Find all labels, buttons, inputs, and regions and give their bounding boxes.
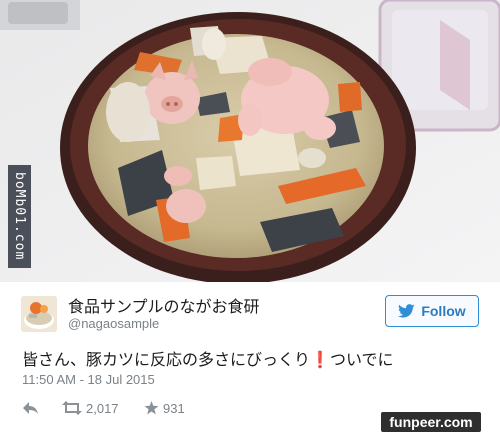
twitter-bird-icon <box>398 304 415 318</box>
tweet-actions: 2,017 931 <box>22 398 185 418</box>
exclamation-mark: ❗ <box>310 350 330 369</box>
reply-button[interactable] <box>22 401 62 415</box>
soup-photo <box>0 0 500 282</box>
tweet-text-tail: ついでに <box>329 350 394 369</box>
favorite-button[interactable]: 931 <box>144 401 185 416</box>
soup-bowl-image <box>0 0 500 282</box>
user-handle[interactable]: @nagaosample <box>68 316 159 331</box>
star-icon <box>144 401 159 415</box>
watermark-text: funpeer.com <box>389 414 473 430</box>
tweet-text: 皆さん、豚カツに反応の多さにびっくり❗ついでに <box>22 346 393 370</box>
retweet-button[interactable]: 2,017 <box>62 401 144 416</box>
display-name[interactable]: 食品サンプルのながお食研 <box>68 293 260 317</box>
tweet-text-main: 皆さん、豚カツに反応の多さにびっくり <box>22 350 311 369</box>
avatar[interactable] <box>21 296 57 332</box>
favorite-count: 931 <box>163 400 185 416</box>
watermark-badge: funpeer.com <box>381 412 481 432</box>
avatar-image <box>21 296 57 332</box>
follow-button[interactable]: Follow <box>385 295 479 327</box>
reply-icon <box>23 402 38 414</box>
retweet-count: 2,017 <box>86 400 119 416</box>
site-side-tag: boMb01.com <box>8 165 31 268</box>
site-side-tag-text: boMb01.com <box>12 172 27 261</box>
retweet-icon <box>62 401 82 415</box>
follow-label: Follow <box>421 303 466 319</box>
tweet-timestamp[interactable]: 11:50 AM - 18 Jul 2015 <box>22 372 155 387</box>
